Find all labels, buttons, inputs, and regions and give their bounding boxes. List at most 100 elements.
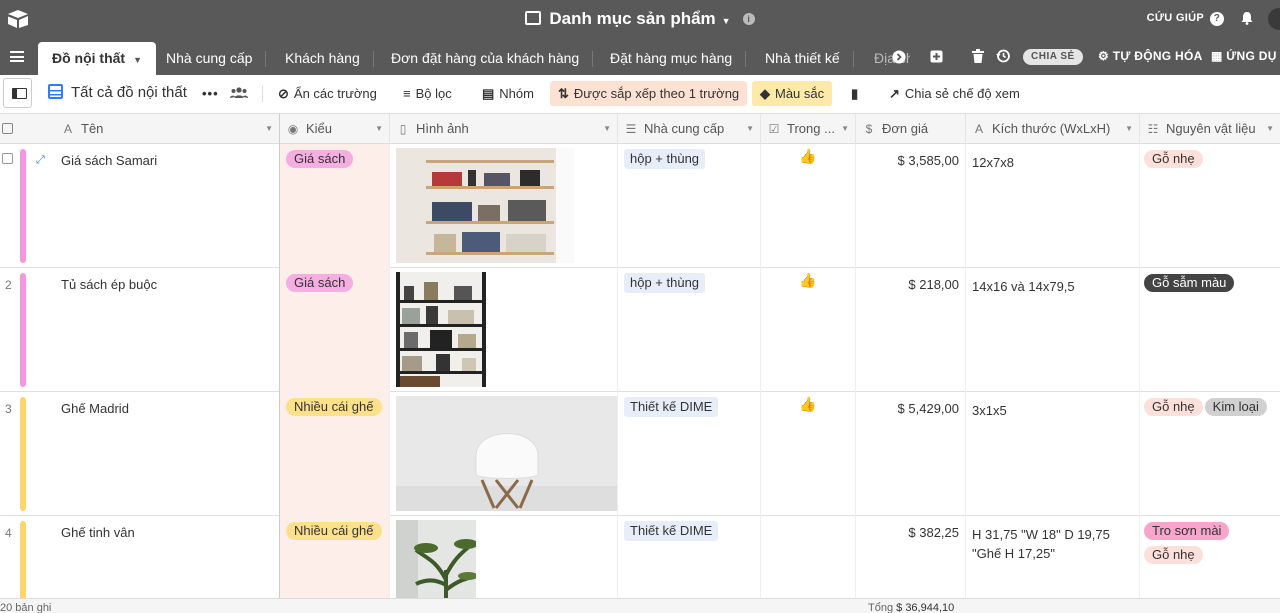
tab-suppliers[interactable]: Nhà cung cấp [152,42,267,75]
type-cell[interactable]: Giá sách [280,144,390,268]
materials-cell[interactable]: Gỗ nhẹ [1140,144,1280,268]
bookshelf-thumbnail[interactable] [396,148,574,263]
type-cell[interactable]: Nhiều cái ghế [280,516,390,598]
row-checkbox[interactable] [2,153,13,164]
column-header-image[interactable]: ▯ Hình ảnh ▼ [390,114,618,144]
chevron-down-icon[interactable]: ▼ [1266,114,1274,144]
column-header-supplier[interactable]: ☰ Nhà cung cấp ▼ [618,114,761,144]
filter-button[interactable]: ≡ Bộ lọc [395,81,460,106]
size-cell[interactable]: H 31,75 "W 18" D 19,75 "Ghế H 17,25" [966,516,1140,598]
materials-cell[interactable]: Gỗ nhẹ Kim loại [1140,392,1280,516]
sort-button[interactable]: ⇅ Được sắp xếp theo 1 trường [550,81,748,106]
tab-clients[interactable]: Khách hàng [271,42,374,75]
chair-thumbnail[interactable] [396,396,618,511]
price-cell[interactable]: $ 5,429,00 [856,392,966,516]
apps-button[interactable]: ▦ ỨNG DỤ [1211,49,1277,63]
automations-button[interactable]: ⚙ TỰ ĐỘNG HÓA [1098,49,1203,63]
type-cell[interactable]: Giá sách [280,268,390,392]
linked-record-chip[interactable]: Thiết kế DIME [624,397,719,417]
image-cell[interactable] [390,144,618,268]
image-cell[interactable] [390,392,618,516]
bookcase-thumbnail[interactable] [396,272,486,387]
help-button[interactable]: CỨU GIÚP? [1147,12,1224,26]
table-row[interactable]: 4 Ghế tinh vân Nhiều cái ghế Thiết kế DI… [0,516,1280,598]
chevron-down-icon[interactable]: ▼ [265,114,273,144]
row-color-bar [20,397,26,511]
column-header-name[interactable]: A Tên ▼ [55,114,280,144]
thumbs-up-icon[interactable]: 👍 [761,272,855,289]
text-field-icon: A [63,122,72,136]
primary-cell[interactable]: 3 Ghế Madrid [0,392,280,516]
in-stock-cell[interactable]: 👍 [761,392,856,516]
share-button[interactable]: CHIA SẺ [1023,49,1083,65]
select-all-checkbox[interactable] [2,123,13,134]
linked-record-chip[interactable]: hộp + thùng [624,273,706,293]
history-icon[interactable] [996,49,1010,63]
image-cell[interactable] [390,268,618,392]
materials-cell[interactable]: Tro sơn mài Gỗ nhẹ [1140,516,1280,598]
table-row[interactable]: ⤢ Giá sách Samari Giá sách hộp + thùng 👍… [0,144,1280,268]
price-cell[interactable]: $ 382,25 [856,516,966,598]
row-color-bar [20,273,26,387]
plant-chair-thumbnail[interactable] [396,520,476,598]
chevron-down-icon[interactable]: ▼ [1125,114,1133,144]
chevron-down-icon[interactable]: ▼ [841,114,849,144]
supplier-cell[interactable]: hộp + thùng [618,268,761,392]
share-view-button[interactable]: ↗ Chia sẻ chế độ xem [881,81,1028,106]
chevron-down-icon[interactable]: ▼ [603,114,611,144]
collaborators-icon[interactable] [222,81,256,106]
materials-cell[interactable]: Gỗ sẫm màu [1140,268,1280,392]
view-switcher[interactable]: Tất cả đồ nội thất [48,84,187,101]
color-button[interactable]: ◆ Màu sắc [752,81,833,106]
column-header-size[interactable]: A Kích thước (WxLxH) ▼ [966,114,1140,144]
primary-cell[interactable]: 2 Tủ sách ép buộc [0,268,280,392]
price-cell[interactable]: $ 3,585,00 [856,144,966,268]
bell-icon[interactable] [1240,11,1254,25]
tab-client-orders[interactable]: Đơn đặt hàng của khách hàng [377,42,594,75]
in-stock-cell[interactable] [761,516,856,598]
add-table-icon[interactable] [930,50,943,63]
toggle-sidebar-button[interactable] [3,78,32,108]
price-summary[interactable]: Tổng $ 36,944,10 [868,602,954,613]
primary-cell[interactable]: 4 Ghế tinh vân [0,516,280,598]
column-header-type[interactable]: ◉ Kiểu ▼ [280,114,390,144]
chevron-down-icon[interactable]: ▼ [746,114,754,144]
tab-designers[interactable]: Nhà thiết kế [751,42,854,75]
supplier-cell[interactable]: Thiết kế DIME [618,392,761,516]
in-stock-cell[interactable]: 👍 [761,144,856,268]
table-row[interactable]: 3 Ghế Madrid Nhiều cái ghế Thiết kế DIME… [0,392,1280,516]
hide-fields-button[interactable]: ⊘ Ẩn các trường [270,81,385,106]
info-icon[interactable]: i [742,13,755,25]
thumbs-up-icon[interactable]: 👍 [761,148,855,165]
tab-furniture[interactable]: Đồ nội thất ▼ [38,42,157,75]
supplier-cell[interactable]: hộp + thùng [618,144,761,268]
hamburger-menu-icon[interactable] [10,51,24,62]
primary-cell[interactable]: ⤢ Giá sách Samari [0,144,280,268]
expand-record-icon[interactable]: ⤢ [36,154,45,167]
linked-record-chip[interactable]: Thiết kế DIME [624,521,719,541]
chevron-right-circle-icon[interactable] [892,50,906,64]
trash-icon[interactable] [972,49,984,63]
size-cell[interactable]: 14x16 và 14x79,5 [966,268,1140,392]
chevron-down-icon[interactable]: ▼ [722,16,731,26]
chevron-down-icon[interactable]: ▼ [133,55,142,65]
thumbs-up-icon[interactable]: 👍 [761,396,855,413]
linked-record-chip[interactable]: hộp + thùng [624,149,706,169]
image-cell[interactable] [390,516,618,598]
column-header-materials[interactable]: ☷ Nguyên vật liệu ▼ [1140,114,1280,144]
size-cell[interactable]: 3x1x5 [966,392,1140,516]
group-button[interactable]: ▤ Nhóm [474,81,542,106]
chevron-down-icon[interactable]: ▼ [375,114,383,144]
table-row[interactable]: 2 Tủ sách ép buộc Giá sách hộp + thùng 👍… [0,268,1280,392]
type-cell[interactable]: Nhiều cái ghế [280,392,390,516]
supplier-cell[interactable]: Thiết kế DIME [618,516,761,598]
tab-order-line-items[interactable]: Đặt hàng mục hàng [596,42,747,75]
base-title[interactable]: Danh mục sản phẩm ▼ i [0,9,1280,29]
price-cell[interactable]: $ 218,00 [856,268,966,392]
column-header-in-stock[interactable]: ☑ Trong ... ▼ [761,114,856,144]
in-stock-cell[interactable]: 👍 [761,268,856,392]
size-cell[interactable]: 12x7x8 [966,144,1140,268]
size-value: 12x7x8 [972,155,1014,170]
row-height-button[interactable]: ▮ [843,81,871,106]
column-header-unit-price[interactable]: $ Đơn giá [856,114,966,144]
